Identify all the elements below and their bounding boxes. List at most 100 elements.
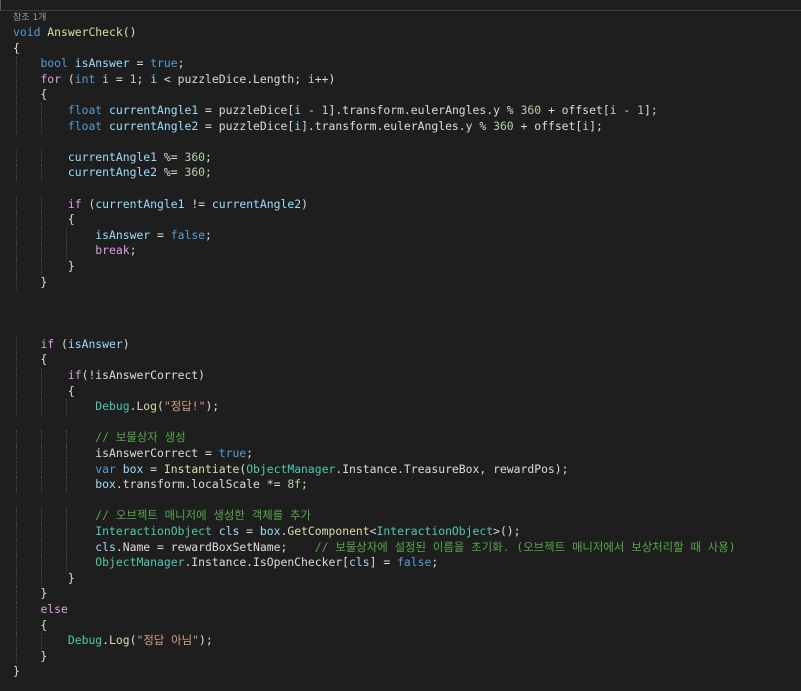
code-token: ; <box>431 555 439 570</box>
indent-guide <box>16 555 17 571</box>
code-token: if <box>67 368 82 383</box>
indent-guide <box>41 165 42 181</box>
code-line: bool isAnswer = true; <box>13 56 801 72</box>
code-token: %= <box>157 149 185 164</box>
code-token: .Instance.TreasureBox, rewardPos); <box>335 461 569 476</box>
code-token: = <box>109 71 130 86</box>
code-token: 1 <box>637 102 644 117</box>
code-token: ] = <box>369 555 398 570</box>
indent-guide <box>16 352 17 369</box>
code-line: // 오브젝트 매니저에 생성한 객체를 추가 <box>13 508 801 524</box>
code-token: ) <box>301 196 308 211</box>
indent-guide <box>41 383 42 400</box>
code-token: float <box>67 102 103 117</box>
code-token: // 오브젝트 매니저에 생성한 객체를 추가 <box>95 508 311 523</box>
indent-guide <box>41 477 42 493</box>
code-token: .transform.localScale *= <box>115 477 288 492</box>
indent-guide <box>16 102 17 119</box>
code-token: float <box>67 118 103 133</box>
code-line: isAnswerCorrect = true; <box>13 446 801 462</box>
code-token: { <box>13 87 48 102</box>
indent-guide <box>66 243 67 259</box>
code-editor[interactable]: 참조 1개 void AnswerCheck() { bool isAnswer … <box>13 11 801 680</box>
code-token: ; <box>136 71 151 86</box>
indent-guide <box>41 446 42 462</box>
indent-guide <box>16 399 17 415</box>
code-line: } <box>13 664 801 680</box>
code-token: isAnswer <box>74 56 130 71</box>
code-line: { <box>13 212 801 228</box>
code-token: + offset[ <box>541 102 610 117</box>
indent-guide <box>66 555 67 571</box>
indent-guide <box>66 461 67 478</box>
code-token: ( <box>61 71 75 86</box>
code-token: for <box>40 71 62 86</box>
indent-guide <box>16 570 17 587</box>
code-line: if(!isAnswerCorrect) <box>13 368 801 384</box>
code-token: } <box>13 648 48 663</box>
code-token: 360 <box>520 102 542 117</box>
code-token: } <box>13 570 75 585</box>
code-line: else <box>13 601 801 618</box>
code-token: ; <box>205 165 212 180</box>
code-token: isAnswerCorrect = <box>13 446 219 461</box>
code-token: Log <box>136 399 158 414</box>
code-token: .Name = rewardBoxSetName; <box>115 539 315 554</box>
code-token: Debug <box>67 633 103 648</box>
code-line: Debug.Log("정답 아님"); <box>13 633 801 649</box>
code-token: = <box>129 56 151 71</box>
indent-guide <box>41 368 42 384</box>
code-line: ObjectManager.Instance.IsOpenChecker[cls… <box>13 555 801 571</box>
code-token: i <box>609 102 617 117</box>
code-token: } <box>13 586 48 601</box>
code-token: "정답 아님" <box>136 633 199 648</box>
code-token: currentAngle2 <box>211 196 302 211</box>
code-token: < puzzleDice.Length; <box>157 71 308 86</box>
code-token: // 보물상자 생성 <box>95 430 186 445</box>
code-token: Debug <box>95 399 130 414</box>
code-token: { <box>13 617 48 632</box>
code-token: } <box>13 664 20 679</box>
indent-guide <box>16 633 17 649</box>
code-token: ].transform.eulerAngles.y % <box>301 118 494 133</box>
code-line: var box = Instantiate(ObjectManager.Inst… <box>13 461 801 478</box>
indent-guide <box>41 118 42 135</box>
code-line: box.transform.localScale *= 8f; <box>13 477 801 493</box>
code-token: ObjectManager <box>246 461 336 476</box>
code-line: for (int i = 1; i < puzzleDice.Length; i… <box>13 71 801 88</box>
code-line: void AnswerCheck() <box>13 25 801 41</box>
code-token: // 보물상자에 설정된 이름을 초기화. (오브젝트 매니저에서 보상처리할 … <box>314 539 736 554</box>
code-token: currentAngle1 <box>67 149 158 164</box>
code-line: Debug.Log("정답!"); <box>13 399 801 415</box>
code-token: != <box>184 196 212 211</box>
code-token: currentAngle1 <box>95 196 185 211</box>
code-token: false <box>397 555 432 570</box>
codelens-references[interactable]: 참조 1개 <box>13 11 801 25</box>
indent-guide <box>41 102 42 119</box>
code-token: var <box>95 461 116 476</box>
code-token: + offset[ <box>513 118 583 133</box>
code-line: } <box>13 258 801 275</box>
code-token: isAnswer <box>95 227 151 242</box>
indent-guide <box>16 118 17 135</box>
indent-guide <box>41 399 42 415</box>
indent-guide <box>41 196 42 213</box>
code-token: { <box>13 352 48 367</box>
code-token: isAnswer <box>67 336 123 351</box>
code-line: // 보물상자 생성 <box>13 430 801 447</box>
code-line: } <box>13 570 801 587</box>
code-line: } <box>13 586 801 602</box>
indent-guide <box>41 258 42 275</box>
